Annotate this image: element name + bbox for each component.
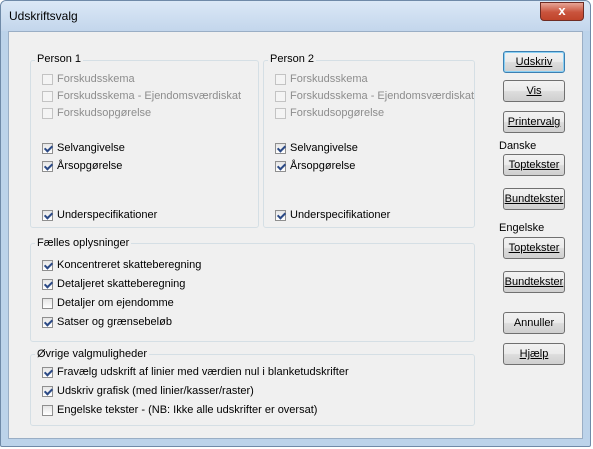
checkbox-label: Selvangivelse [57,142,125,154]
checkbox-label: Fravælg udskrift af linier med værdien n… [57,366,349,378]
checkbox-label: Forskudsskema [290,73,368,85]
person1-checkbox-underspecifikationer[interactable]: Underspecifikationer [42,208,157,222]
checkbox-box[interactable] [42,107,53,119]
engelske-toptekster-button[interactable]: Toptekster [503,237,565,259]
checkbox-koncentreret-skatteberegning[interactable]: Koncentreret skatteberegning [42,258,201,272]
checkbox-box[interactable] [42,259,53,271]
person1-checkbox-forskudsskema[interactable]: Forskudsskema [42,72,135,86]
checkbox-detaljeret-skatteberegning[interactable]: Detaljeret skatteberegning [42,277,185,291]
engelske-label: Engelske [499,222,545,234]
danske-toptekster-button[interactable]: Toptekster [503,154,565,176]
person2-checkbox-arsopgorelse[interactable]: Årsopgørelse [275,159,355,173]
checkbox-label: Selvangivelse [290,142,358,154]
checkbox-fravaelg-nul-linier[interactable]: Fravælg udskrift af linier med værdien n… [42,365,349,379]
checkbox-box[interactable] [275,160,286,172]
hjaelp-button[interactable]: Hjælp [503,343,565,365]
checkbox-label: Forskudsskema - Ejendomsværdiskat [290,90,475,102]
person2-checkbox-forskudsopgorelse[interactable]: Forskudsopgørelse [275,106,384,120]
checkbox-label: Forskudsopgørelse [290,107,385,119]
checkbox-label: Koncentreret skatteberegning [57,259,202,271]
faelles-group-label: Fælles oplysninger [35,237,132,250]
checkbox-box[interactable] [42,142,53,154]
close-button[interactable]: x [540,2,584,21]
checkbox-box[interactable] [275,73,286,85]
title-bar[interactable]: Udskriftsvalg x [1,1,590,31]
window-title: Udskriftsvalg [9,9,78,23]
close-icon: x [558,3,566,18]
checkbox-box[interactable] [275,107,286,119]
person1-checkbox-selvangivelse[interactable]: Selvangivelse [42,141,125,155]
ovrige-group-label: Øvrige valgmuligheder [35,348,150,361]
checkbox-box[interactable] [275,90,286,102]
person2-checkbox-underspecifikationer[interactable]: Underspecifikationer [275,208,390,222]
checkbox-box[interactable] [275,209,286,221]
checkbox-box[interactable] [42,297,53,309]
danske-label: Danske [499,140,537,152]
checkbox-box[interactable] [42,90,53,102]
dialog-client-area: Person 1 Forskudsskema Forskudsskema - E… [8,31,583,439]
checkbox-label: Forskudsopgørelse [57,107,152,119]
checkbox-label: Engelske tekster - (NB: Ikke alle udskri… [57,404,318,416]
checkbox-label: Forskudsskema [57,73,135,85]
checkbox-label: Detaljeret skatteberegning [57,278,186,290]
dialog-window: Udskriftsvalg x Person 1 Forskudsskema F… [0,0,591,447]
person1-checkbox-forskudsopgorelse[interactable]: Forskudsopgørelse [42,106,151,120]
checkbox-label: Udskriv grafisk (med linier/kasser/raste… [57,385,254,397]
checkbox-label: Satser og grænsebeløb [57,316,172,328]
checkbox-engelske-tekster[interactable]: Engelske tekster - (NB: Ikke alle udskri… [42,403,317,417]
person1-checkbox-forskudsskema-ejendomsvaerdiskat[interactable]: Forskudsskema - Ejendomsværdiskat [42,89,241,103]
checkbox-label: Underspecifikationer [57,209,158,221]
checkbox-box[interactable] [42,404,53,416]
checkbox-box[interactable] [42,278,53,290]
checkbox-box[interactable] [42,209,53,221]
person2-checkbox-forskudsskema[interactable]: Forskudsskema [275,72,368,86]
printervalg-button[interactable]: Printervalg [503,111,565,133]
checkbox-label: Underspecifikationer [290,209,391,221]
checkbox-satser-og-graensebelob[interactable]: Satser og grænsebeløb [42,315,172,329]
person2-checkbox-forskudsskema-ejendomsvaerdiskat[interactable]: Forskudsskema - Ejendomsværdiskat [275,89,474,103]
checkbox-box[interactable] [42,160,53,172]
checkbox-box[interactable] [42,73,53,85]
checkbox-box[interactable] [42,366,53,378]
checkbox-detaljer-om-ejendomme[interactable]: Detaljer om ejendomme [42,296,174,310]
vis-button[interactable]: Vis [503,80,565,102]
person1-checkbox-arsopgorelse[interactable]: Årsopgørelse [42,159,122,173]
person1-group-label: Person 1 [35,53,84,66]
engelske-bundtekster-button[interactable]: Bundtekster [503,271,565,293]
checkbox-label: Årsopgørelse [57,160,123,172]
checkbox-label: Årsopgørelse [290,160,356,172]
checkbox-box[interactable] [42,316,53,328]
checkbox-box[interactable] [42,385,53,397]
udskriv-button[interactable]: Udskriv [503,51,565,73]
checkbox-udskriv-grafisk[interactable]: Udskriv grafisk (med linier/kasser/raste… [42,384,254,398]
checkbox-label: Forskudsskema - Ejendomsværdiskat [57,90,242,102]
person2-group-label: Person 2 [268,53,317,66]
person2-checkbox-selvangivelse[interactable]: Selvangivelse [275,141,358,155]
checkbox-box[interactable] [275,142,286,154]
checkbox-label: Detaljer om ejendomme [57,297,174,309]
annuller-button[interactable]: Annuller [503,312,565,334]
danske-bundtekster-button[interactable]: Bundtekster [503,188,565,210]
